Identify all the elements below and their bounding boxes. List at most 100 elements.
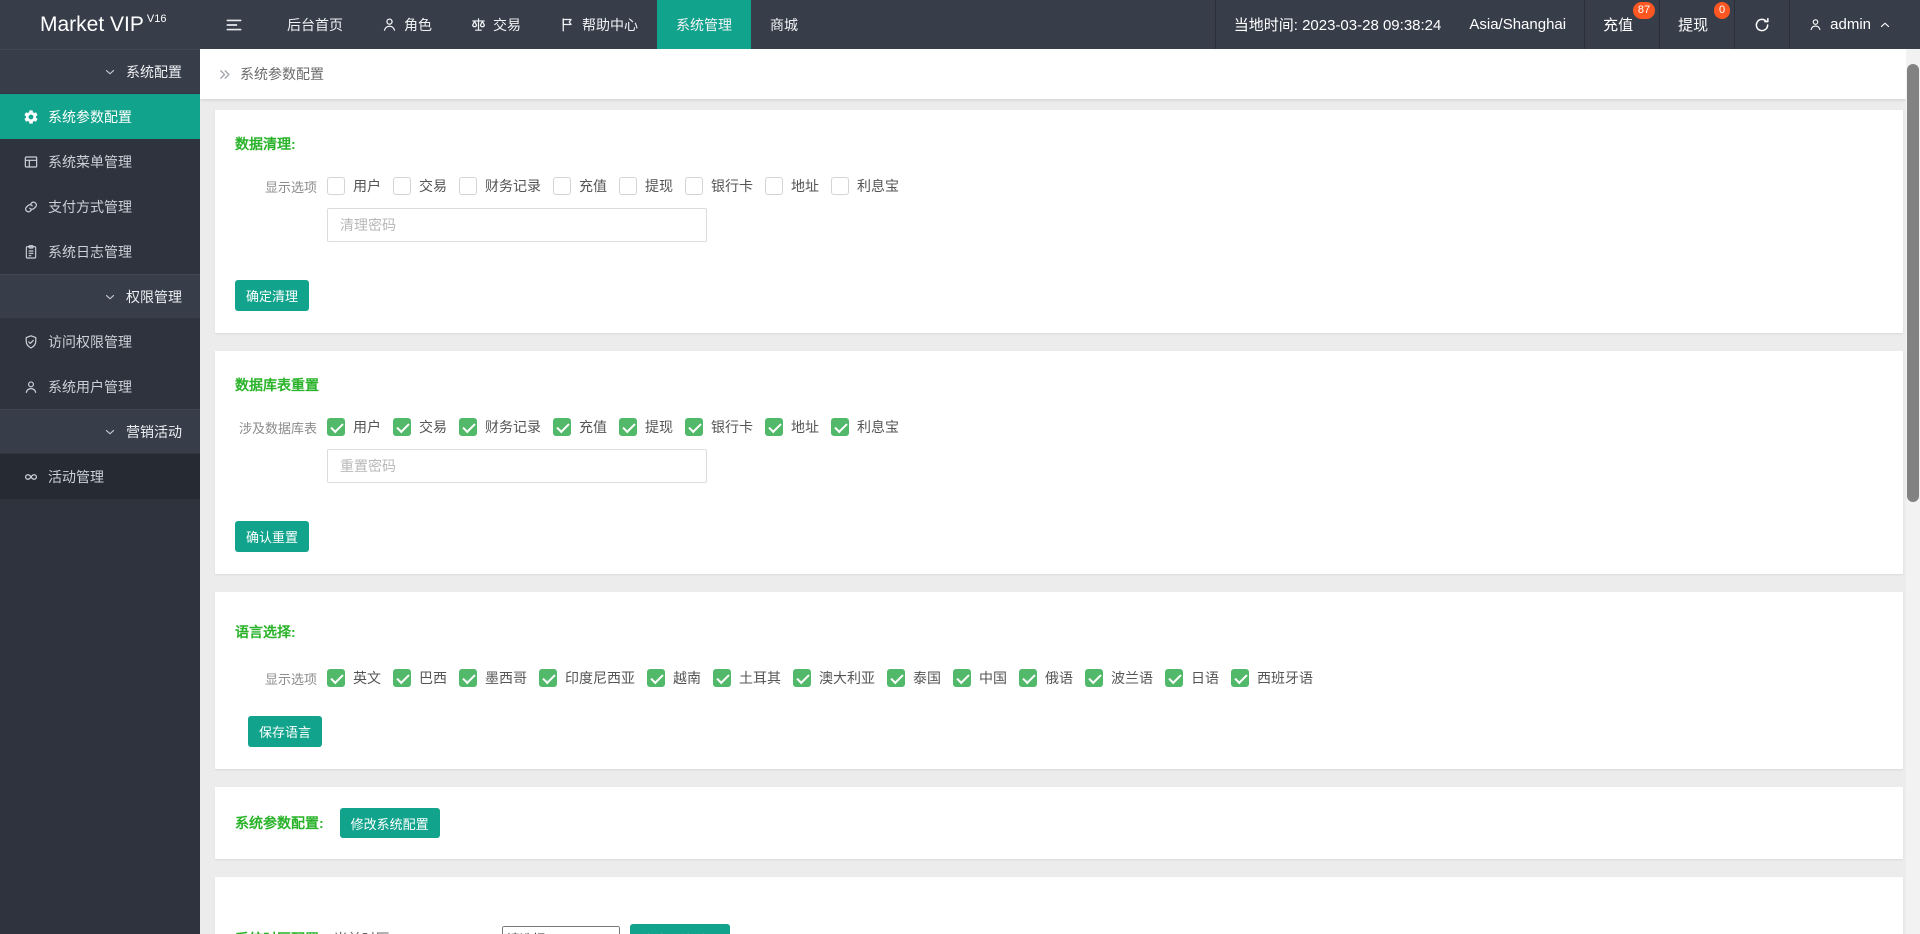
checkbox-option[interactable]: 印度尼西亚: [539, 668, 635, 688]
checkbox-option[interactable]: 越南: [647, 668, 701, 688]
checkbox[interactable]: [1085, 669, 1103, 687]
card-timezone: 系统时区配置: 当前时区: Asia/Shanghai 请选择 修改系统时区: [215, 877, 1903, 934]
sidebar-item[interactable]: 访问权限管理: [0, 319, 200, 364]
checkbox-option[interactable]: 西班牙语: [1231, 668, 1313, 688]
checkbox[interactable]: [393, 177, 411, 195]
checkbox[interactable]: [765, 177, 783, 195]
checkbox[interactable]: [887, 669, 905, 687]
sidebar-item[interactable]: 营销活动: [0, 409, 200, 454]
checkbox-option[interactable]: 交易: [393, 176, 447, 196]
checkbox-option[interactable]: 用户: [327, 417, 381, 437]
checkbox-option[interactable]: 地址: [765, 417, 819, 437]
checkbox[interactable]: [685, 177, 703, 195]
checkbox[interactable]: [831, 177, 849, 195]
hamburger-icon[interactable]: [224, 15, 244, 35]
checkbox[interactable]: [619, 418, 637, 436]
sidebar-item[interactable]: 系统日志管理: [0, 229, 200, 274]
checkbox-option[interactable]: 提现: [619, 417, 673, 437]
checkbox[interactable]: [1165, 669, 1183, 687]
sidebar-item[interactable]: 系统配置: [0, 49, 200, 94]
scrollbar[interactable]: [1906, 49, 1920, 934]
checkbox[interactable]: [765, 418, 783, 436]
topbar-nav-label: 后台首页: [287, 16, 343, 33]
checkbox-option[interactable]: 俄语: [1019, 668, 1073, 688]
modify-system-config-button[interactable]: 修改系统配置: [339, 808, 440, 838]
confirm-clean-button[interactable]: 确定清理: [235, 280, 310, 311]
sidebar-item-label: 访问权限管理: [48, 333, 132, 350]
checkbox[interactable]: [1231, 669, 1249, 687]
clean-password-input[interactable]: [327, 208, 707, 242]
sidebar-item[interactable]: 系统参数配置: [0, 94, 200, 139]
save-language-button[interactable]: 保存语言: [248, 716, 323, 747]
checkbox[interactable]: [459, 418, 477, 436]
checkbox[interactable]: [553, 418, 571, 436]
checkbox-label: 提现: [645, 178, 673, 194]
recharge-button[interactable]: 充值 87: [1584, 0, 1659, 49]
checkbox-option[interactable]: 用户: [327, 176, 381, 196]
topbar-nav-item[interactable]: 帮助中心: [540, 0, 657, 49]
checkbox[interactable]: [459, 669, 477, 687]
db-reset-checkbox-group: 用户 交易 财务记录 充值 提现 银行卡 地址 利息宝: [327, 417, 911, 437]
withdraw-label: 提现: [1678, 17, 1709, 34]
checkbox-label: 用户: [353, 419, 381, 435]
checkbox-option[interactable]: 波兰语: [1085, 668, 1153, 688]
checkbox[interactable]: [713, 669, 731, 687]
checkbox[interactable]: [685, 418, 703, 436]
checkbox-option[interactable]: 充值: [553, 176, 607, 196]
checkbox-option[interactable]: 银行卡: [685, 417, 753, 437]
checkbox-option[interactable]: 泰国: [887, 668, 941, 688]
checkbox-option[interactable]: 墨西哥: [459, 668, 527, 688]
checkbox[interactable]: [327, 177, 345, 195]
checkbox-option[interactable]: 澳大利亚: [793, 668, 875, 688]
topbar-nav-item[interactable]: 角色: [362, 0, 451, 49]
sidebar-item[interactable]: 权限管理: [0, 274, 200, 319]
checkbox[interactable]: [393, 418, 411, 436]
reset-password-input[interactable]: [327, 449, 707, 483]
checkbox-option[interactable]: 财务记录: [459, 176, 541, 196]
checkbox-option[interactable]: 地址: [765, 176, 819, 196]
checkbox[interactable]: [553, 177, 571, 195]
checkbox-option[interactable]: 财务记录: [459, 417, 541, 437]
refresh-button[interactable]: [1734, 0, 1789, 49]
checkbox-option[interactable]: 交易: [393, 417, 447, 437]
checkbox-option[interactable]: 充值: [553, 417, 607, 437]
topbar-nav-label: 系统管理: [676, 16, 732, 33]
checkbox[interactable]: [793, 669, 811, 687]
checkbox[interactable]: [647, 669, 665, 687]
row-label: 显示选项: [264, 671, 317, 687]
topbar-nav-item[interactable]: 交易: [451, 0, 540, 49]
sidebar-item[interactable]: 系统菜单管理: [0, 139, 200, 184]
withdraw-button[interactable]: 提现 0: [1659, 0, 1734, 49]
checkbox-option[interactable]: 日语: [1165, 668, 1219, 688]
checkbox-option[interactable]: 利息宝: [831, 417, 899, 437]
timezone-select[interactable]: 请选择: [501, 926, 620, 934]
topbar-nav-item[interactable]: 系统管理: [657, 0, 751, 49]
checkbox[interactable]: [327, 418, 345, 436]
checkbox[interactable]: [327, 669, 345, 687]
checkbox[interactable]: [953, 669, 971, 687]
timezone-label: Asia/Shanghai: [1469, 16, 1567, 33]
confirm-reset-button[interactable]: 确认重置: [235, 521, 310, 552]
checkbox[interactable]: [619, 177, 637, 195]
card-title: 数据清理:: [235, 136, 296, 152]
checkbox-option[interactable]: 土耳其: [713, 668, 781, 688]
topbar-nav-item[interactable]: 后台首页: [268, 0, 362, 49]
user-menu[interactable]: admin: [1789, 0, 1920, 49]
checkbox[interactable]: [1019, 669, 1037, 687]
sidebar-item[interactable]: 系统用户管理: [0, 364, 200, 409]
checkbox-option[interactable]: 利息宝: [831, 176, 899, 196]
checkbox[interactable]: [393, 669, 411, 687]
modify-timezone-button[interactable]: 修改系统时区: [629, 924, 730, 934]
sidebar-item[interactable]: 活动管理: [0, 454, 200, 499]
checkbox-option[interactable]: 银行卡: [685, 176, 753, 196]
checkbox-option[interactable]: 巴西: [393, 668, 447, 688]
checkbox-option[interactable]: 英文: [327, 668, 381, 688]
checkbox[interactable]: [459, 177, 477, 195]
scrollbar-thumb[interactable]: [1907, 64, 1919, 502]
checkbox-option[interactable]: 中国: [953, 668, 1007, 688]
sidebar-item[interactable]: 支付方式管理: [0, 184, 200, 229]
checkbox[interactable]: [539, 669, 557, 687]
checkbox-option[interactable]: 提现: [619, 176, 673, 196]
checkbox[interactable]: [831, 418, 849, 436]
topbar-nav-item[interactable]: 商城: [751, 0, 817, 49]
